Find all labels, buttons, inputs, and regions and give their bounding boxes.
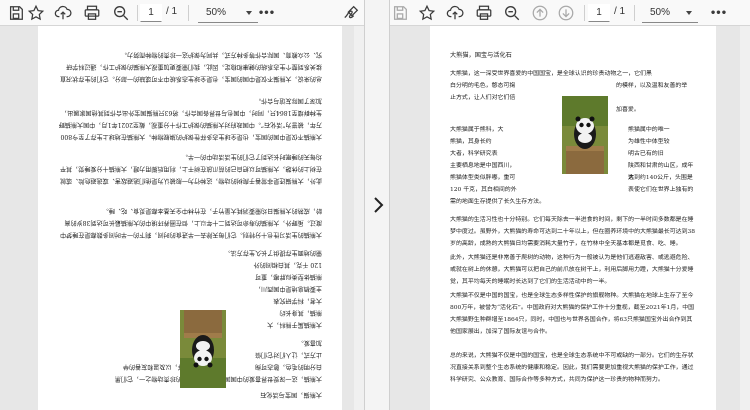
doc-line: 达到约140公斤，头围是 bbox=[628, 174, 693, 181]
doc-line: 的模样，以及温和友善的举 bbox=[122, 363, 196, 370]
doc-line: 表使它们在世界上独有的 bbox=[628, 186, 694, 193]
doc-paragraph: 此外，大熊猫还是非常善于爬树的动物，这种行为一般被认为是他们逃避敌害、或逃避危险… bbox=[450, 254, 694, 286]
doc-line: 大熊猫，这一深受世界喜爱的中国国宝，是全球认识的珍贵动物之一，它们黑 bbox=[450, 70, 652, 77]
page-up-icon[interactable] bbox=[530, 3, 550, 23]
doc-line: 明古已有的旧 bbox=[628, 150, 664, 157]
doc-paragraph: 大熊猫的生活习性也十分特别。它们每天除去一半进食的时间，剩下的一半时间多数都是在… bbox=[450, 216, 696, 248]
upload-icon[interactable] bbox=[445, 3, 465, 23]
chevron-down-icon bbox=[246, 11, 252, 15]
page-number-input[interactable]: 1 bbox=[140, 4, 162, 22]
doc-line: 加喜爱。 bbox=[297, 339, 322, 346]
doc-paragraph: 大熊猫不仅是中国的国宝，也是全球生态多样性保护的旗舰物种。大熊猫在地球上生存了至… bbox=[58, 96, 322, 140]
panda-photo bbox=[180, 310, 226, 388]
toolbar-separator bbox=[634, 5, 635, 21]
doc-paragraph: 大熊猫不仅是中国的国宝，也是全球生态多样性保护的旗舰物种。大熊猫在地球上生存了至… bbox=[450, 292, 695, 336]
zoom-value: 50% bbox=[650, 7, 671, 18]
panda-photo bbox=[562, 96, 608, 174]
left-document-page-rotated: 大熊猫，国宝与活化石 大熊猫，这一深受世界喜爱的中国国宝，是全球认识的珍贵动物之… bbox=[38, 26, 342, 410]
doc-line: 大者，科学研究表 bbox=[273, 297, 322, 304]
doc-line: 120 千克，其白相间的外 bbox=[450, 186, 517, 193]
doc-line: 止方式，让人们对它们倍 bbox=[254, 351, 322, 358]
page-number-input[interactable]: 1 bbox=[588, 4, 610, 22]
doc-line: 120 千克，其白相间的外 bbox=[253, 261, 322, 268]
left-scrollbar[interactable] bbox=[354, 26, 364, 410]
page-down-icon[interactable] bbox=[556, 3, 576, 23]
more-icon[interactable]: ••• bbox=[708, 3, 728, 23]
print-icon[interactable] bbox=[82, 3, 102, 23]
toolbar-separator bbox=[584, 5, 585, 21]
left-viewer-pane: 1 / 1 50% ••• 大熊猫，国宝与活化石 大熊猫，这一深受世界喜爱的中国… bbox=[0, 0, 364, 410]
doc-line: 白分明的毛色，憨态可掬 bbox=[450, 82, 516, 89]
zoom-out-icon[interactable] bbox=[111, 3, 131, 23]
right-document-page: 大熊猫，国宝与活化石 大熊猫，这一深受世界喜爱的中国国宝，是全球认识的珍贵动物之… bbox=[430, 26, 716, 410]
zoom-out-icon[interactable] bbox=[502, 3, 522, 23]
left-toolbar: 1 / 1 50% ••• bbox=[0, 0, 364, 26]
zoom-value: 50% bbox=[206, 7, 227, 18]
save-icon[interactable] bbox=[6, 3, 26, 23]
right-scrollbar[interactable] bbox=[740, 26, 750, 410]
doc-line: 需的地面生存提供了长久生存方法。 bbox=[450, 198, 546, 205]
bookmark-star-icon[interactable] bbox=[417, 3, 437, 23]
zoom-select[interactable]: 50% bbox=[642, 3, 698, 23]
doc-line: 主要栖息地是中国西川， bbox=[254, 285, 322, 292]
doc-paragraph: 此外，大熊猫还是非常善于爬树的动物，这种行为一般被认为是他们逃避敌害、或逃避危险… bbox=[59, 152, 322, 184]
right-viewer-pane: 1 / 1 50% ••• 大熊猫，国宝与活化石 大熊猫，这一深受世界喜爱的中国… bbox=[390, 0, 750, 410]
doc-line: 熊猫属中的唯一 bbox=[628, 126, 670, 133]
upload-icon[interactable] bbox=[53, 3, 73, 23]
save-icon[interactable] bbox=[390, 3, 410, 23]
doc-line: 大者，科学研究表 bbox=[450, 150, 498, 157]
print-icon[interactable] bbox=[474, 3, 494, 23]
toolbar-separator bbox=[188, 5, 189, 21]
doc-paragraph: 大熊猫的生活习性也十分特别。它们每天除去一半进食的时间，剩下的一半时间多数都是在… bbox=[59, 206, 322, 238]
toolbar-separator bbox=[137, 5, 138, 21]
doc-line: 熊猫，其身长约 bbox=[279, 309, 322, 316]
doc-line: 大熊猫属于熊科，大 bbox=[450, 126, 504, 133]
page-total-label: / 1 bbox=[614, 6, 626, 17]
page-total-label: / 1 bbox=[166, 6, 178, 17]
doc-line: 主要栖息地是中国西川， bbox=[450, 162, 516, 169]
zoom-select[interactable]: 50% bbox=[198, 3, 258, 23]
compare-divider bbox=[364, 0, 390, 410]
right-toolbar: 1 / 1 50% ••• bbox=[390, 0, 750, 26]
chevron-right-icon[interactable] bbox=[368, 193, 388, 217]
doc-line: 熊猫体型类似胖嘟，重可 bbox=[254, 273, 322, 280]
doc-line: 止方式，让人们对它们倍 bbox=[450, 94, 516, 101]
rotated-content: 大熊猫，国宝与活化石 大熊猫，这一深受世界喜爱的中国国宝，是全球认识的珍贵动物之… bbox=[38, 26, 342, 410]
doc-title: 大熊猫，国宝与活化石 bbox=[260, 391, 322, 398]
doc-line: 为雄性中体型较 bbox=[628, 138, 670, 145]
doc-paragraph: 总的来说，大熊猫不仅是中国的国宝，也是全球生态系统中不可或缺的一部分。它们的生存… bbox=[59, 50, 322, 82]
more-icon[interactable]: ••• bbox=[256, 3, 276, 23]
doc-paragraph: 总的来说，大熊猫不仅是中国的国宝，也是全球生态系统中不可或缺的一部分。它们的生存… bbox=[450, 352, 694, 384]
doc-line: 的模样，以及温和友善的举 bbox=[616, 82, 688, 89]
doc-line: 加喜爱。 bbox=[616, 106, 640, 113]
doc-line: 熊猫体型类似胖嘟，重可 bbox=[450, 174, 516, 181]
sign-icon[interactable] bbox=[341, 3, 361, 23]
doc-title: 大熊猫，国宝与活化石 bbox=[450, 52, 512, 59]
doc-line: 熊猫，其身长约 bbox=[450, 138, 492, 145]
doc-line: 大熊猫属于熊科，大 bbox=[267, 321, 322, 328]
chevron-down-icon bbox=[686, 11, 692, 15]
bookmark-star-icon[interactable] bbox=[26, 3, 46, 23]
doc-line: 需的地面生存提供了长久生存方法。 bbox=[224, 249, 323, 256]
